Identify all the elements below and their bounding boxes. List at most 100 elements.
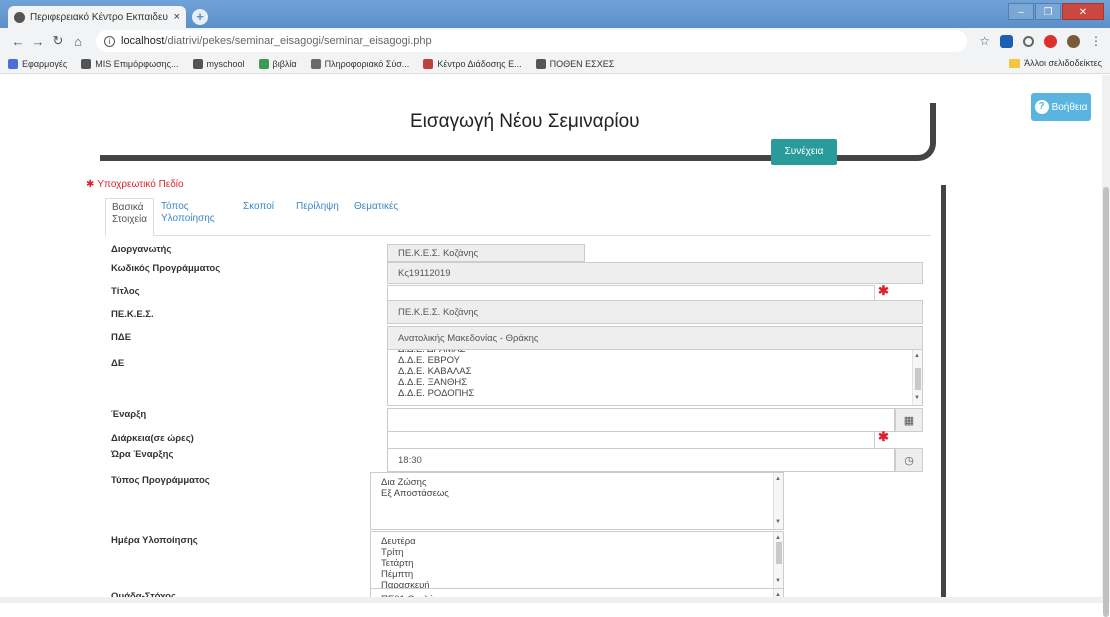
bookmark-label: ΠΟΘΕΝ ΕΣΧΕΣ	[550, 59, 615, 69]
bookmark-item[interactable]: ΠΟΘΕΝ ΕΣΧΕΣ	[536, 59, 615, 69]
pde-field: Ανατολικής Μακεδονίας - Θράκης	[387, 326, 923, 350]
page-scrollbar[interactable]	[1102, 75, 1110, 603]
required-star-icon: ✱	[878, 283, 889, 299]
home-icon[interactable]: ⌂	[68, 34, 88, 49]
de-label: ΔΕ	[111, 358, 124, 369]
duration-input[interactable]	[387, 431, 875, 449]
tab-topics[interactable]: Θεματικές	[354, 201, 398, 213]
bookmark-item[interactable]: Εφαρμογές	[8, 59, 67, 69]
day-listbox[interactable]: ΔευτέραΤρίτηΤετάρτηΠέμπτηΠαρασκευή ▲▼	[370, 531, 784, 589]
form-tabs: Βασικά Στοιχεία Τόπος Υλοποίησης Σκοποί …	[105, 198, 931, 236]
url-path: /diatrivi/pekes/seminar_eisagogi/seminar…	[164, 35, 431, 47]
de-listbox[interactable]: Δ.Δ.Ε. ΔΡΑΜΑΣΔ.Δ.Ε. ΕΒΡΟΥΔ.Δ.Ε. ΚΑΒΑΛΑΣΔ…	[387, 349, 923, 406]
other-bookmarks-label: Άλλοι σελιδοδείκτες	[1024, 58, 1102, 68]
bookmark-label: Κέντρο Διάδοσης Ε...	[437, 59, 521, 69]
minimize-button[interactable]: –	[1008, 3, 1034, 20]
bookmark-item[interactable]: Πληροφοριακό Σύσ...	[311, 59, 410, 69]
extension-o-icon[interactable]	[1023, 36, 1034, 47]
tab-location[interactable]: Τόπος Υλοποίησης	[161, 201, 215, 225]
program-type-scrollbar[interactable]: ▲▼	[773, 473, 783, 529]
browser-tab[interactable]: Περιφερειακό Κέντρο Εκπαιδευ ×	[8, 6, 186, 28]
close-window-button[interactable]: ✕	[1062, 3, 1104, 20]
star-icon[interactable]: ☆	[979, 34, 990, 48]
horizontal-scrollbar[interactable]	[0, 597, 1102, 603]
organizer-field: ΠΕ.Κ.Ε.Σ. Κοζάνης	[387, 244, 585, 262]
bookmark-item[interactable]: βιβλία	[259, 59, 297, 69]
forward-icon[interactable]: →	[28, 34, 48, 49]
info-icon[interactable]: i	[104, 36, 115, 47]
de-option[interactable]: Δ.Δ.Ε. ΞΑΝΘΗΣ	[398, 377, 912, 388]
extension-blue-icon[interactable]	[1000, 35, 1013, 48]
bookmark-item[interactable]: Κέντρο Διάδοσης Ε...	[423, 59, 521, 69]
address-bar[interactable]: i localhost /diatrivi/pekes/seminar_eisa…	[96, 30, 967, 52]
bookmark-label: MIS Επιμόρφωσης...	[95, 59, 178, 69]
folder-icon	[1009, 59, 1020, 68]
browser-toolbar: ← → ↻ ⌂ i localhost /diatrivi/pekes/semi…	[0, 28, 1110, 54]
pekes-label: ΠΕ.Κ.Ε.Σ.	[111, 309, 154, 320]
tab-label: Τόπος	[161, 201, 215, 213]
adblock-icon[interactable]	[1044, 35, 1057, 48]
bookmark-label: Εφαρμογές	[22, 59, 67, 69]
page-title: Εισαγωγή Νέου Σεμιναρίου	[410, 111, 640, 133]
bookmark-label: myschool	[207, 59, 245, 69]
program-code-label: Κωδικός Προγράμματος	[111, 263, 220, 274]
program-type-label: Τύπος Προγράμματος	[111, 475, 210, 486]
required-star-icon: ✱	[86, 179, 94, 190]
de-option[interactable]: Δ.Δ.Ε. ΚΑΒΑΛΑΣ	[398, 366, 912, 377]
question-icon: ?	[1035, 100, 1049, 114]
tab-label: Στοιχεία	[112, 214, 147, 226]
new-tab-button[interactable]: +	[192, 9, 208, 25]
de-scrollbar[interactable]: ▲▼	[912, 350, 922, 405]
required-note: ✱Υποχρεωτικό Πεδίο	[86, 179, 184, 190]
bookmark-item[interactable]: myschool	[193, 59, 245, 69]
de-option[interactable]: Δ.Δ.Ε. ΡΟΔΟΠΗΣ	[398, 388, 912, 399]
bookmark-item[interactable]: MIS Επιμόρφωσης...	[81, 59, 178, 69]
organizer-label: Διοργανωτής	[111, 244, 171, 255]
help-button[interactable]: ? Βοήθεια	[1031, 93, 1091, 121]
tab-basic-info[interactable]: Βασικά Στοιχεία	[105, 198, 154, 236]
pekes-field: ΠΕ.Κ.Ε.Σ. Κοζάνης	[387, 300, 923, 324]
program-type-option[interactable]: Εξ Αποστάσεως	[381, 488, 773, 499]
day-scrollbar[interactable]: ▲▼	[773, 532, 783, 588]
clock-icon[interactable]: ◷	[895, 448, 923, 472]
menu-icon[interactable]: ⋮	[1090, 34, 1102, 48]
window-titlebar: Περιφερειακό Κέντρο Εκπαιδευ × + – ❐ ✕	[0, 0, 1110, 28]
help-label: Βοήθεια	[1052, 102, 1088, 113]
bookmark-icon	[311, 59, 321, 69]
bookmarks-bar: Εφαρμογές MIS Επιμόρφωσης... myschool βιβλί…	[0, 54, 1110, 74]
bookmark-icon	[81, 59, 91, 69]
tab-label: Βασικά	[112, 202, 147, 214]
bookmark-icon	[423, 59, 433, 69]
start-time-input[interactable]: 18:30	[387, 448, 895, 472]
bookmark-icon	[193, 59, 203, 69]
page: Εισαγωγή Νέου Σεμιναρίου Συνέχεια ? Βοήθ…	[0, 75, 1102, 603]
reload-icon[interactable]: ↻	[48, 33, 68, 49]
profile-icon[interactable]	[1067, 35, 1080, 48]
other-bookmarks[interactable]: Άλλοι σελιδοδείκτες	[1009, 58, 1102, 68]
window-controls: – ❐ ✕	[1008, 3, 1104, 20]
day-option[interactable]: Τρίτη	[381, 547, 773, 558]
start-date-input[interactable]	[387, 408, 895, 432]
start-label: Έναρξη	[111, 409, 146, 420]
close-tab-icon[interactable]: ×	[174, 11, 180, 23]
tab-summary[interactable]: Περίληψη	[296, 201, 339, 213]
day-option[interactable]: Δευτέρα	[381, 536, 773, 547]
day-option[interactable]: Τετάρτη	[381, 558, 773, 569]
tab-label: Υλοποίησης	[161, 213, 215, 225]
bookmark-label: βιβλία	[273, 59, 297, 69]
de-option[interactable]: Δ.Δ.Ε. ΕΒΡΟΥ	[398, 355, 912, 366]
back-icon[interactable]: ←	[8, 34, 28, 49]
globe-icon	[14, 12, 25, 23]
tab-goals[interactable]: Σκοποί	[243, 201, 274, 213]
extensions: ☆ ⋮	[979, 34, 1102, 48]
bookmark-icon	[259, 59, 269, 69]
required-note-text: Υποχρεωτικό Πεδίο	[97, 179, 183, 190]
continue-button[interactable]: Συνέχεια	[771, 139, 837, 165]
program-type-option[interactable]: Δια Ζώσης	[381, 477, 773, 488]
tab-title: Περιφερειακό Κέντρο Εκπαιδευ	[30, 12, 170, 23]
program-type-listbox[interactable]: Δια ΖώσηςΕξ Αποστάσεως ▲▼	[370, 472, 784, 530]
maximize-button[interactable]: ❐	[1035, 3, 1061, 20]
pde-label: ΠΔΕ	[111, 332, 131, 343]
calendar-icon[interactable]: ▦	[895, 408, 923, 432]
day-option[interactable]: Πέμπτη	[381, 569, 773, 580]
